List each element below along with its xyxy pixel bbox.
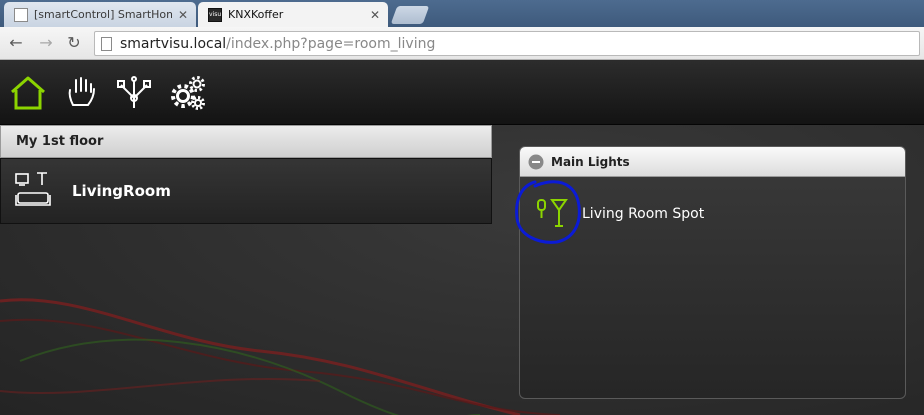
device-label: Living Room Spot: [582, 206, 705, 222]
browser-tab-knxkoffer[interactable]: visu KNXKoffer ✕: [198, 2, 388, 27]
browser-tab-smartcontrol[interactable]: [smartControl] SmartHom ✕: [4, 2, 196, 27]
forward-arrow-icon[interactable]: →: [36, 33, 56, 53]
home-icon[interactable]: [10, 75, 46, 111]
smartvisu-favicon-icon: visu: [208, 7, 222, 22]
livingroom-icon: [15, 172, 51, 206]
close-icon[interactable]: ✕: [178, 8, 188, 22]
widget-title: Main Lights: [551, 155, 630, 169]
floor-title-bar: My 1st floor: [0, 125, 492, 158]
new-tab-button[interactable]: [390, 6, 430, 24]
widget-header[interactable]: Main Lights: [520, 147, 905, 177]
tab-title: [smartControl] SmartHom: [34, 8, 172, 21]
page-favicon-icon: [14, 7, 28, 22]
gears-icon[interactable]: [170, 75, 206, 111]
url-path: /index.php?page=room_living: [226, 35, 436, 52]
url-host: smartvisu.local: [120, 35, 227, 52]
network-icon[interactable]: [116, 75, 152, 111]
hand-icon[interactable]: [64, 75, 100, 111]
tab-title: KNXKoffer: [228, 8, 284, 21]
smartvisu-header: [0, 61, 924, 125]
page-icon: [101, 36, 112, 51]
highlight-annotation-circle: [515, 180, 581, 244]
browser-tabstrip: [smartControl] SmartHom ✕ visu KNXKoffer…: [0, 0, 924, 27]
reload-icon[interactable]: ↻: [64, 33, 84, 53]
address-bar[interactable]: smartvisu.local/index.php?page=room_livi…: [94, 31, 920, 56]
collapse-minus-icon[interactable]: [528, 154, 544, 170]
back-arrow-icon[interactable]: ←: [6, 33, 26, 53]
room-item-livingroom[interactable]: LivingRoom: [0, 158, 492, 224]
room-label: LivingRoom: [72, 182, 171, 200]
smartvisu-page: My 1st floor LivingRoom Main Lights Livi…: [0, 61, 924, 415]
close-icon[interactable]: ✕: [370, 8, 380, 22]
browser-toolbar: ← → ↻ smartvisu.local/index.php?page=roo…: [0, 27, 924, 60]
